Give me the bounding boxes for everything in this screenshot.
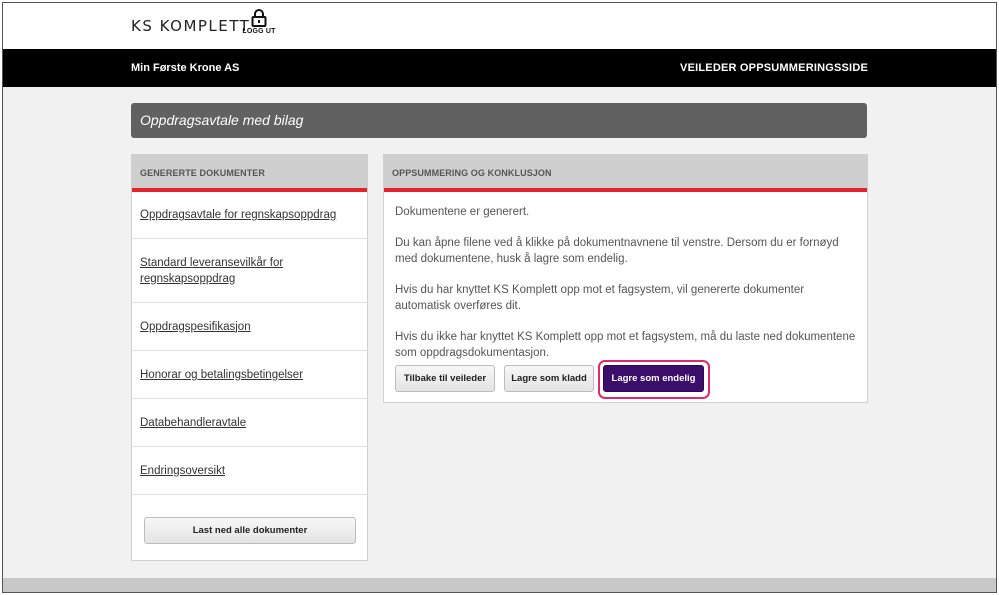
lock-icon	[251, 9, 267, 27]
nav-page-label[interactable]: VEILEDER OPPSUMMERINGSSIDE	[680, 62, 868, 74]
document-link[interactable]: Honorar og betalingsbetingelser	[132, 351, 367, 399]
summary-text: Dokumentene er generert. Du kan åpne fil…	[384, 192, 867, 359]
document-link-label[interactable]: Standard leveransevilkår for regnskapsop…	[140, 255, 359, 287]
summary-paragraph: Du kan åpne filene ved å klikke på dokum…	[395, 237, 839, 265]
panel-header-summary: OPPSUMMERING OG KONKLUSJON	[384, 155, 867, 192]
nav-bar: Min Første Krone AS VEILEDER OPPSUMMERIN…	[3, 49, 996, 87]
app-logo: KS KOMPLETT	[131, 17, 251, 35]
document-link[interactable]: Endringsoversikt	[132, 447, 367, 495]
logout-label: LOGG UT	[242, 28, 276, 35]
back-to-guide-button[interactable]: Tilbake til veileder	[395, 365, 495, 392]
document-link[interactable]: Standard leveransevilkår for regnskapsop…	[132, 239, 367, 303]
company-name: Min Første Krone AS	[131, 62, 240, 74]
summary-paragraph: Hvis du ikke har knyttet KS Komplett opp…	[395, 331, 856, 359]
document-link-label[interactable]: Endringsoversikt	[140, 463, 225, 479]
page-title: Oppdragsavtale med bilag	[131, 103, 867, 138]
document-link[interactable]: Oppdragsavtale for regnskapsoppdrag	[132, 192, 367, 239]
save-draft-button[interactable]: Lagre som kladd	[504, 365, 594, 392]
download-all-button[interactable]: Last ned alle dokumenter	[144, 517, 356, 544]
panel-header-documents: GENERERTE DOKUMENTER	[132, 155, 367, 192]
footer-bar	[3, 578, 996, 592]
document-link-label[interactable]: Oppdragspesifikasjon	[140, 319, 251, 335]
document-link-label[interactable]: Databehandleravtale	[140, 415, 246, 431]
document-link[interactable]: Oppdragspesifikasjon	[132, 303, 367, 351]
top-bar: KS KOMPLETT LOGG UT	[3, 3, 996, 49]
document-link[interactable]: Databehandleravtale	[132, 399, 367, 447]
app-frame: KS KOMPLETT LOGG UT Min Første Krone AS …	[2, 2, 997, 593]
document-link-label[interactable]: Oppdragsavtale for regnskapsoppdrag	[140, 207, 336, 223]
summary-paragraph: Dokumentene er generert.	[395, 206, 530, 218]
logout-button[interactable]: LOGG UT	[239, 9, 279, 35]
generated-documents-panel: GENERERTE DOKUMENTER Oppdragsavtale for …	[131, 154, 368, 561]
summary-paragraph: Hvis du har knyttet KS Komplett opp mot …	[395, 284, 805, 312]
document-link-label[interactable]: Honorar og betalingsbetingelser	[140, 367, 303, 383]
highlight-frame	[598, 360, 710, 399]
